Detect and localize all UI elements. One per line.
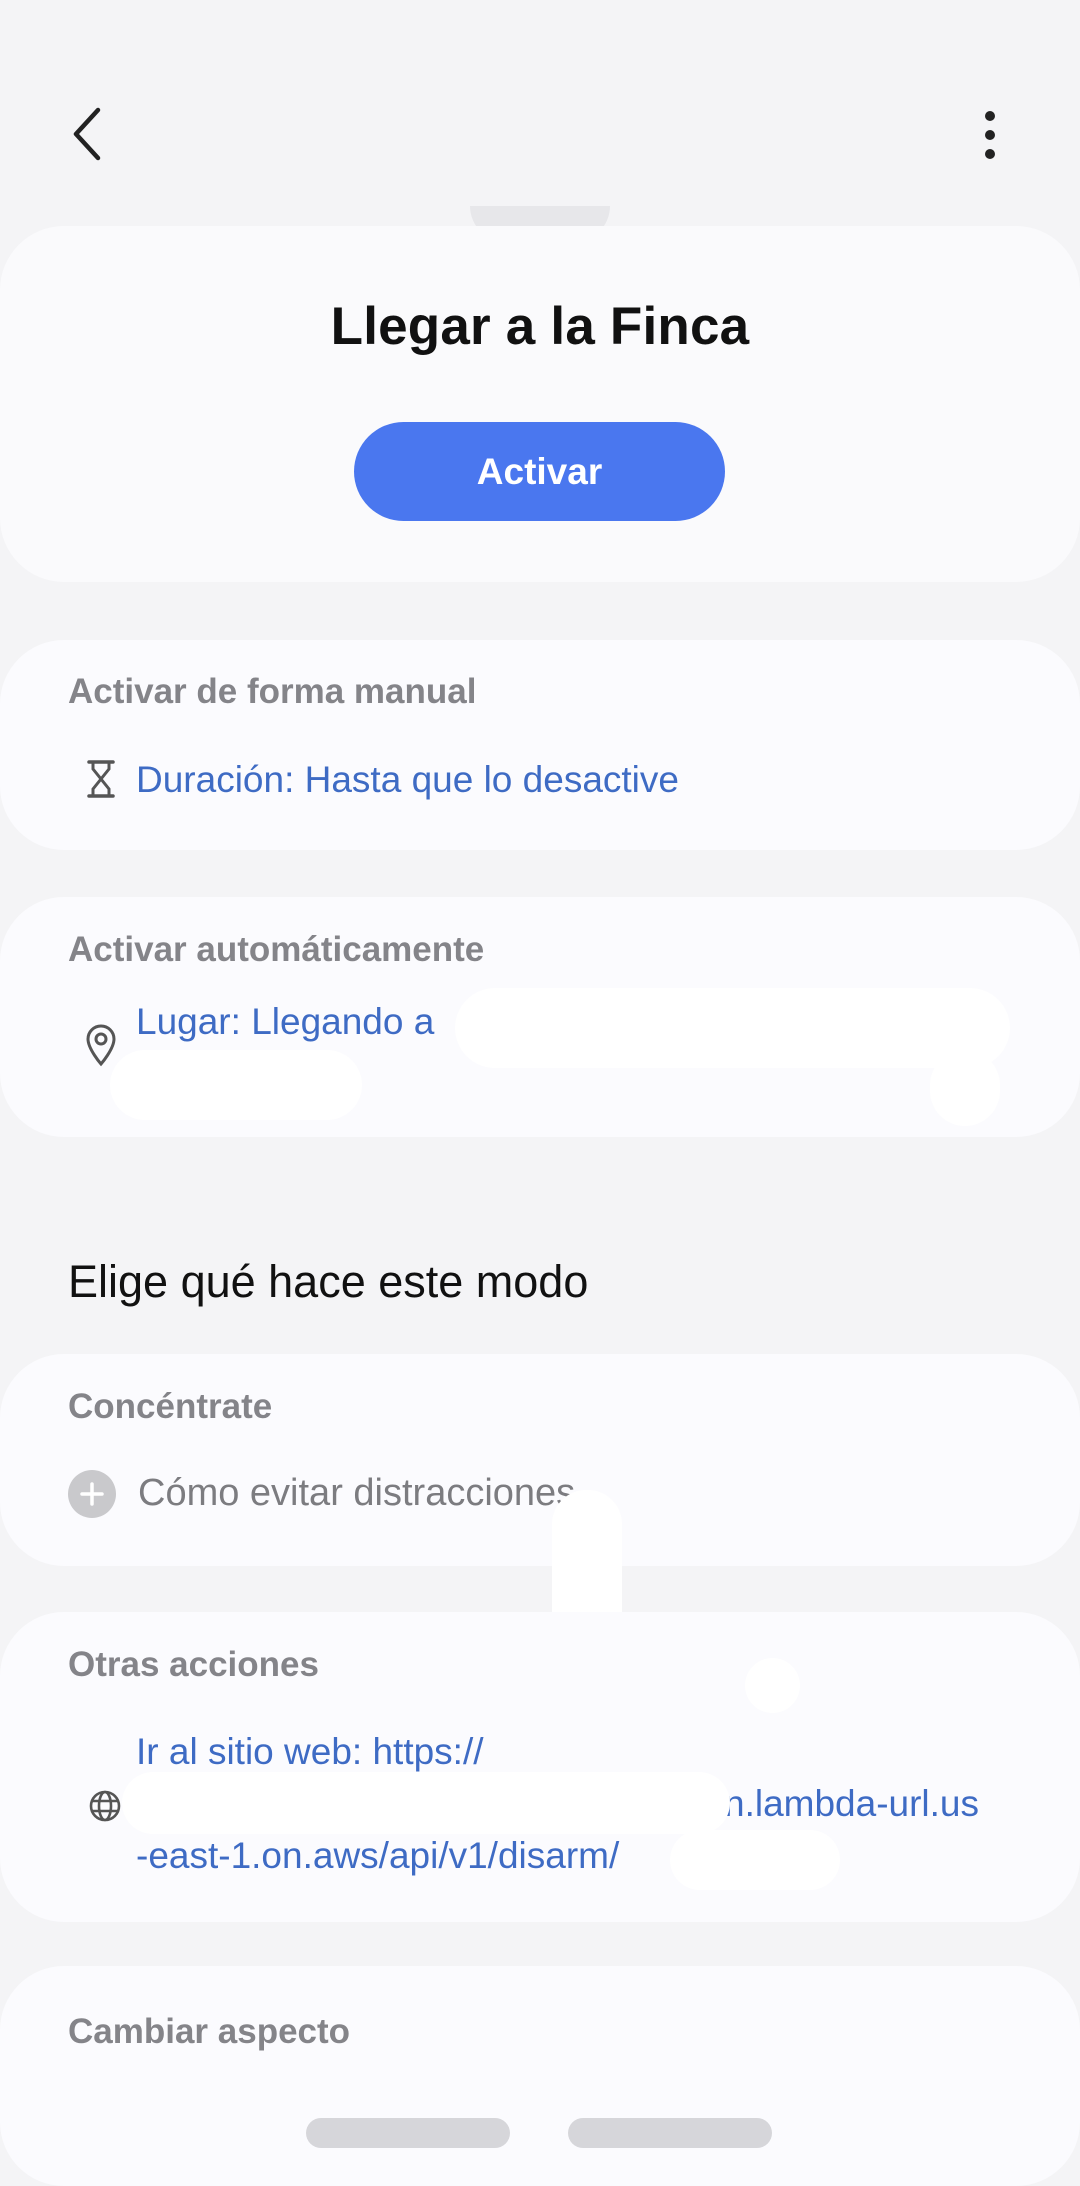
mode-title: Llegar a la Finca: [330, 297, 750, 356]
change-appearance-label: Cambiar aspecto: [68, 2012, 351, 2051]
top-bar: [0, 0, 1080, 220]
redaction-mark: [122, 1772, 730, 1834]
location-pin-icon: [78, 1022, 124, 1068]
plus-circle-icon[interactable]: [68, 1470, 116, 1518]
auto-activation-label: Activar automáticamente: [68, 930, 485, 969]
redaction-mark: [930, 1050, 1000, 1126]
appearance-option[interactable]: [306, 2118, 510, 2148]
section-heading: Elige qué hace este modo: [68, 1256, 589, 1307]
mode-header-card: [0, 226, 1080, 582]
more-options-button[interactable]: [960, 104, 1020, 164]
more-vertical-icon: [985, 111, 995, 159]
redaction-mark: [670, 1830, 840, 1890]
redaction-mark: [455, 988, 1010, 1068]
back-button[interactable]: [62, 104, 114, 164]
appearance-option[interactable]: [568, 2118, 772, 2148]
website-action-line1[interactable]: Ir al sitio web: https://: [136, 1726, 484, 1778]
website-action-line3[interactable]: -east-1.on.aws/api/v1/disarm/: [136, 1830, 619, 1882]
other-actions-label: Otras acciones: [68, 1645, 319, 1684]
hourglass-icon: [78, 756, 124, 802]
focus-card: [0, 1354, 1080, 1566]
focus-label: Concéntrate: [68, 1387, 273, 1426]
redaction-mark: [745, 1658, 800, 1713]
appearance-card: [0, 1966, 1080, 2186]
place-trigger[interactable]: Lugar: Llegando a: [136, 996, 434, 1048]
activate-button[interactable]: Activar: [354, 422, 725, 521]
website-action-line2[interactable]: n.lambda-url.us: [724, 1778, 979, 1830]
manual-activation-label: Activar de forma manual: [68, 672, 477, 711]
chevron-left-icon: [73, 107, 101, 161]
duration-setting[interactable]: Duración: Hasta que lo desactive: [136, 754, 679, 806]
redaction-mark: [110, 1050, 362, 1120]
globe-icon: [82, 1783, 128, 1829]
avoid-distractions-item[interactable]: Cómo evitar distracciones: [138, 1472, 575, 1515]
